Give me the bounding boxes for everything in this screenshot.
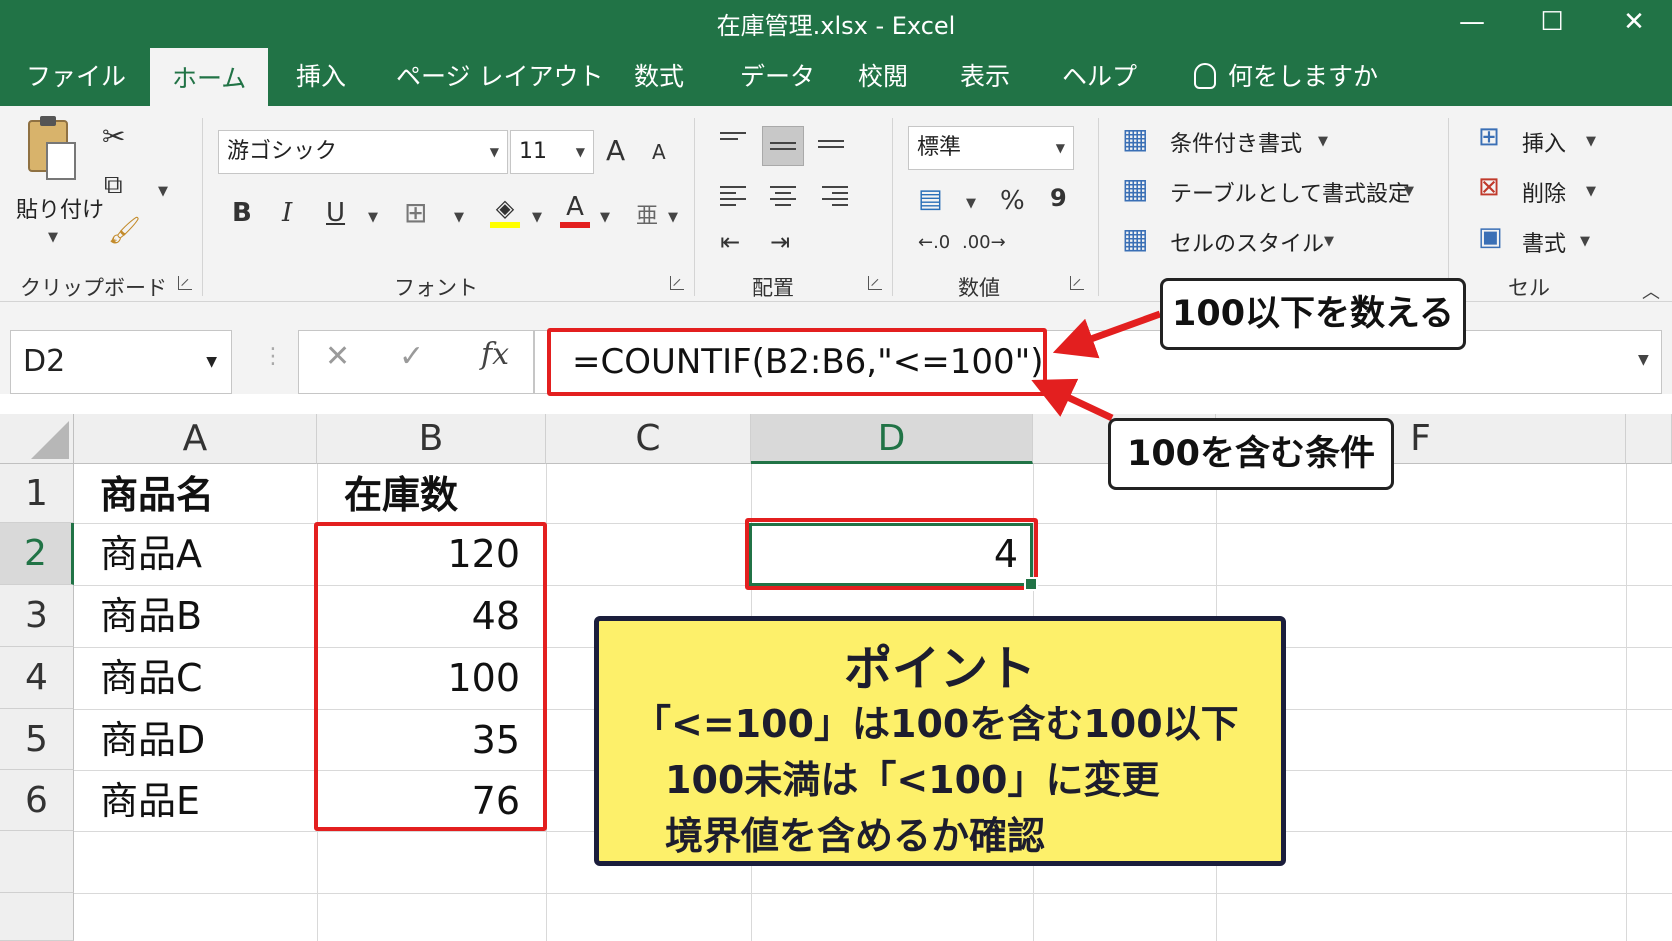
point-title: ポイント <box>843 641 1036 697</box>
point-line-1: 「<=100」は100を含む100以下 <box>633 702 1239 746</box>
arrow-to-formula <box>1052 310 1162 359</box>
point-box: ポイント 「<=100」は100を含む100以下 100未満は「<100」に変更… <box>594 616 1286 866</box>
point-line-2: 100未満は「<100」に変更 <box>665 758 1160 802</box>
arrow-to-condition <box>1031 378 1114 422</box>
point-line-3: 境界値を含めるか確認 <box>665 814 1046 858</box>
callout-condition: 100を含む条件 <box>1108 418 1394 490</box>
callout-count: 100以下を数える <box>1160 278 1466 350</box>
